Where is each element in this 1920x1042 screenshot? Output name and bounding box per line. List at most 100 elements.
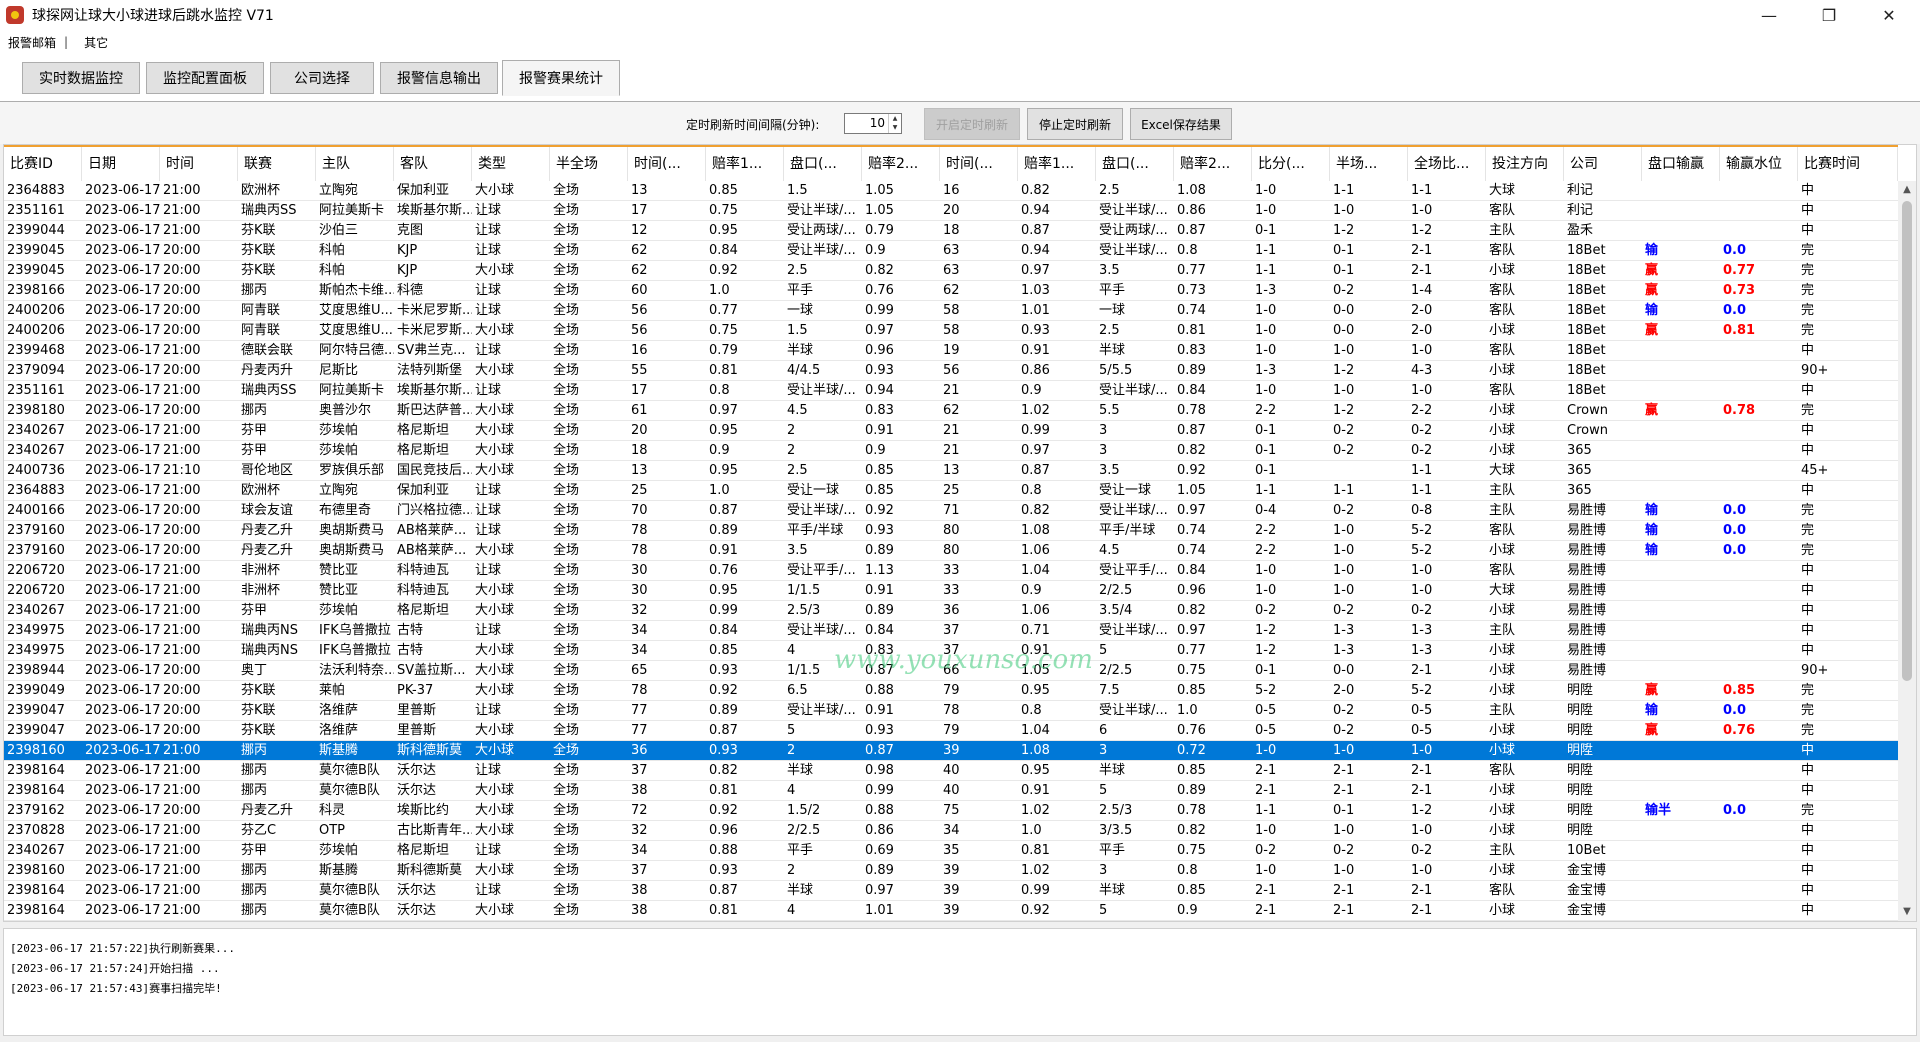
table-row[interactable]: 2349975 2023-06-17 21:00 瑞典丙NS IFK乌普撒拉 古特 让球 全场… [4, 621, 1898, 641]
table-row[interactable]: 2351161 2023-06-17 21:00 瑞典丙SS 阿拉美斯卡 埃斯基尔斯...… [4, 201, 1898, 221]
cell-away-team: 埃斯基尔斯... [397, 203, 472, 218]
cell-handicap-1: 2 [787, 423, 796, 438]
table-row[interactable]: 2370828 2023-06-17 21:00 芬乙C OTP 古比斯青年... 大小球 全… [4, 821, 1898, 841]
cell-odds2-2: 0.77 [1177, 263, 1206, 278]
scroll-down-icon[interactable]: ▼ [1898, 903, 1916, 921]
table-row[interactable]: 2399047 2023-06-17 20:00 芬K联 洛维萨 里普斯 让球 全场 77 0.8… [4, 701, 1898, 721]
cell-odds1-1: 0.92 [709, 683, 738, 698]
column-header-away-team[interactable]: 客队 [394, 147, 472, 181]
cell-time-1: 38 [631, 783, 648, 798]
column-header-half-score[interactable]: 半场... [1330, 147, 1408, 181]
interval-stepper[interactable]: 10 ▲ ▼ [844, 113, 902, 134]
table-row[interactable]: 2399045 2023-06-17 20:00 芬K联 科帕 KJP 让球 全场 62 0.84… [4, 241, 1898, 261]
cell-odds1-1: 1.0 [709, 283, 730, 298]
table-row[interactable]: 2340267 2023-06-17 21:00 芬甲 莎埃帕 格尼斯坦 让球 全场 34 0.8… [4, 841, 1898, 861]
cell-away-team: 古特 [397, 623, 424, 638]
cell-handicap-1: 4 [787, 783, 796, 798]
cell-odds2-2: 0.72 [1177, 743, 1206, 758]
column-header-full-score[interactable]: 全场比... [1408, 147, 1486, 181]
cell-odds2-1: 0.89 [865, 863, 894, 878]
table-row[interactable]: 2398164 2023-06-17 21:00 挪丙 莫尔德B队 沃尔达 大小球 全场 38 0… [4, 781, 1898, 801]
table-row[interactable]: 2379160 2023-06-17 20:00 丹麦乙升 奥胡斯费马 AB格莱萨... 让… [4, 521, 1898, 541]
table-row[interactable]: 2379162 2023-06-17 20:00 丹麦乙升 科灵 埃斯比约 大小球 全场 72 0… [4, 801, 1898, 821]
table-row[interactable]: 2379160 2023-06-17 20:00 丹麦乙升 奥胡斯费马 AB格莱萨... 大… [4, 541, 1898, 561]
table-row[interactable]: 2206720 2023-06-17 21:00 非洲杯 赞比亚 科特迪瓦 大小球 全场 30 0… [4, 581, 1898, 601]
maximize-button[interactable]: ❐ [1800, 0, 1858, 30]
column-header-odds2-1[interactable]: 赔率2... [862, 147, 940, 181]
column-header-league[interactable]: 联赛 [238, 147, 316, 181]
table-row[interactable]: 2351161 2023-06-17 21:00 瑞典丙SS 阿拉美斯卡 埃斯基尔斯...… [4, 381, 1898, 401]
tab-alarm-results[interactable]: 报警赛果统计 [502, 60, 620, 96]
table-row[interactable]: 2399047 2023-06-17 20:00 芬K联 洛维萨 里普斯 大小球 全场 77 0.… [4, 721, 1898, 741]
column-header-home-team[interactable]: 主队 [316, 147, 394, 181]
column-header-match-id[interactable]: 比赛ID [4, 147, 82, 181]
stop-refresh-button[interactable]: 停止定时刷新 [1027, 108, 1123, 140]
cell-handicap-1: 半球 [787, 883, 814, 898]
table-row[interactable]: 2399045 2023-06-17 20:00 芬K联 科帕 KJP 大小球 全场 62 0.9… [4, 261, 1898, 281]
column-header-type[interactable]: 类型 [472, 147, 550, 181]
column-header-score[interactable]: 比分(... [1252, 147, 1330, 181]
tab-monitor-config[interactable]: 监控配置面板 [146, 62, 264, 94]
table-row[interactable]: 2398166 2023-06-17 20:00 挪丙 斯帕杰卡维... 科德 让球 全场 60… [4, 281, 1898, 301]
table-row[interactable]: 2379094 2023-06-17 20:00 丹麦丙升 尼斯比 法特列斯堡 大小球 全场 5… [4, 361, 1898, 381]
scroll-up-icon[interactable]: ▲ [1898, 181, 1916, 199]
cell-handicap-2: 3 [1099, 423, 1108, 438]
table-row[interactable]: 2398160 2023-06-17 21:00 挪丙 斯基腾 斯科德斯莫 大小球 全场 36 0… [4, 741, 1898, 761]
column-header-bet-direction[interactable]: 投注方向 [1486, 147, 1564, 181]
column-header-handicap-2[interactable]: 盘口(... [1096, 147, 1174, 181]
column-header-time-1[interactable]: 时间(... [628, 147, 706, 181]
table-row[interactable]: 2399468 2023-06-17 21:00 德联会联 阿尔特吕德... SV弗兰克.… [4, 341, 1898, 361]
cell-company: 易胜博 [1567, 503, 1607, 518]
column-header-date[interactable]: 日期 [82, 147, 160, 181]
column-header-handicap-result[interactable]: 盘口输赢 [1642, 147, 1720, 181]
table-row[interactable]: 2398180 2023-06-17 20:00 挪丙 奥普沙尔 斯巴达萨普... 大小球 全… [4, 401, 1898, 421]
cell-score: 2-2 [1255, 543, 1277, 558]
tab-realtime-monitor[interactable]: 实时数据监控 [22, 62, 140, 94]
column-header-company[interactable]: 公司 [1564, 147, 1642, 181]
column-header-odds1-2[interactable]: 赔率1... [1018, 147, 1096, 181]
table-row[interactable]: 2340267 2023-06-17 21:00 芬甲 莎埃帕 格尼斯坦 大小球 全场 32 0.… [4, 601, 1898, 621]
minimize-button[interactable]: — [1740, 0, 1798, 30]
table-row[interactable]: 2399049 2023-06-17 20:00 芬K联 莱帕 PK-37 大小球 全场 78 0… [4, 681, 1898, 701]
cell-company: 易胜博 [1567, 643, 1607, 658]
column-header-match-time[interactable]: 比赛时间 [1798, 147, 1898, 181]
cell-odds1-2: 0.92 [1021, 903, 1050, 918]
menu-alarm-email[interactable]: 报警邮箱 [0, 34, 64, 51]
table-row[interactable]: 2398164 2023-06-17 21:00 挪丙 莫尔德B队 沃尔达 大小球 全场 38 0… [4, 901, 1898, 921]
column-header-odds1-1[interactable]: 赔率1... [706, 147, 784, 181]
table-row[interactable]: 2399044 2023-06-17 21:00 芬K联 沙伯三 克图 让球 全场 12 0.95… [4, 221, 1898, 241]
table-row[interactable]: 2398164 2023-06-17 21:00 挪丙 莫尔德B队 沃尔达 让球 全场 38 0.… [4, 881, 1898, 901]
table-row[interactable]: 2400166 2023-06-17 20:00 球会友谊 布德里奇 门兴格拉德... 让球… [4, 501, 1898, 521]
column-header-time-2[interactable]: 时间(... [940, 147, 1018, 181]
table-row[interactable]: 2364883 2023-06-17 21:00 欧洲杯 立陶宛 保加利亚 让球 全场 25 1.… [4, 481, 1898, 501]
cell-handicap-1: 1.5 [787, 323, 808, 338]
scroll-thumb[interactable] [1902, 201, 1912, 681]
close-button[interactable]: ✕ [1860, 0, 1918, 30]
column-header-result-odds[interactable]: 输赢水位 [1720, 147, 1798, 181]
cell-half-score: 0-2 [1333, 283, 1355, 298]
cell-score: 1-0 [1255, 583, 1277, 598]
table-row[interactable]: 2398164 2023-06-17 21:00 挪丙 莫尔德B队 沃尔达 让球 全场 37 0.… [4, 761, 1898, 781]
vertical-scrollbar[interactable]: ▲ ▼ [1898, 181, 1916, 921]
table-row[interactable]: 2398160 2023-06-17 21:00 挪丙 斯基腾 斯科德斯莫 大小球 全场 37 0… [4, 861, 1898, 881]
tab-alarm-output[interactable]: 报警信息输出 [380, 62, 498, 94]
table-row[interactable]: 2340267 2023-06-17 21:00 芬甲 莎埃帕 格尼斯坦 大小球 全场 20 0.… [4, 421, 1898, 441]
cell-handicap-2: 一球 [1099, 303, 1126, 318]
cell-time-2: 13 [943, 463, 960, 478]
column-header-handicap-1[interactable]: 盘口(... [784, 147, 862, 181]
column-header-half-full[interactable]: 半全场 [550, 147, 628, 181]
cell-odds2-2: 0.82 [1177, 603, 1206, 618]
column-header-time[interactable]: 时间 [160, 147, 238, 181]
excel-save-button[interactable]: Excel保存结果 [1130, 108, 1232, 140]
table-row[interactable]: 2364883 2023-06-17 21:00 欧洲杯 立陶宛 保加利亚 大小球 全场 13 0… [4, 181, 1898, 201]
menu-other[interactable]: 其它 [76, 34, 116, 51]
stepper-arrows-icon[interactable]: ▲ ▼ [888, 114, 901, 133]
table-row[interactable]: 2400206 2023-06-17 20:00 阿青联 艾度思维U... 卡米尼罗斯..… [4, 321, 1898, 341]
tab-company-select[interactable]: 公司选择 [270, 62, 374, 94]
table-row[interactable]: 2400736 2023-06-17 21:10 哥伦地区 罗族俱乐部 国民竞技后... 大… [4, 461, 1898, 481]
table-row[interactable]: 2400206 2023-06-17 20:00 阿青联 艾度思维U... 卡米尼罗斯..… [4, 301, 1898, 321]
table-row[interactable]: 2206720 2023-06-17 21:00 非洲杯 赞比亚 科特迪瓦 让球 全场 30 0.… [4, 561, 1898, 581]
column-header-odds2-2[interactable]: 赔率2... [1174, 147, 1252, 181]
start-refresh-button[interactable]: 开启定时刷新 [924, 108, 1020, 140]
table-row[interactable]: 2340267 2023-06-17 21:00 芬甲 莎埃帕 格尼斯坦 大小球 全场 18 0.… [4, 441, 1898, 461]
